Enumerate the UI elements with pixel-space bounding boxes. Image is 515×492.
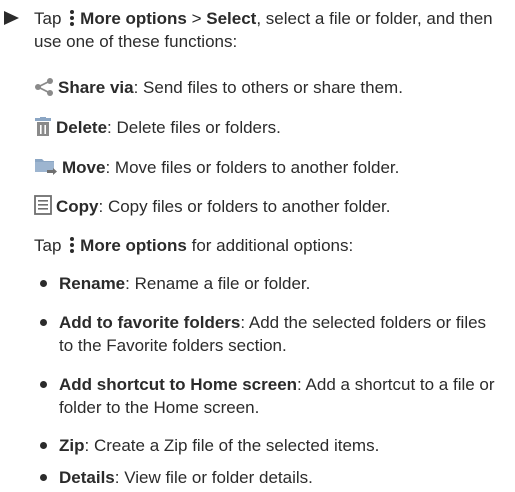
function-name: Share via [58, 78, 134, 97]
option-name: Add shortcut to Home screen [59, 375, 298, 394]
step-separator: > [186, 9, 207, 28]
more-options-intro: Tap More options for additional options: [34, 234, 353, 257]
function-delete: Delete: Delete files or folders. [34, 116, 281, 139]
option-rename: Rename: Rename a file or folder. [34, 272, 504, 295]
function-move: Move: Move files or folders to another f… [34, 156, 399, 179]
bullet-icon [40, 474, 47, 481]
move-folder-icon [35, 159, 57, 175]
bullet-icon [40, 280, 47, 287]
more-lead: Tap [34, 236, 62, 255]
option-details: Details: View file or folder details. [34, 466, 504, 489]
bullet-icon [40, 319, 47, 326]
copy-icon [34, 195, 52, 215]
option-desc: : View file or folder details. [114, 468, 313, 487]
step-more-options: More options [80, 9, 187, 28]
more-options-icon [70, 237, 75, 253]
trash-icon [35, 117, 51, 136]
bullet-icon [40, 442, 47, 449]
option-name: Zip [59, 436, 85, 455]
step-lead: Tap [34, 9, 62, 28]
function-copy: Copy: Copy files or folders to another f… [34, 195, 391, 218]
option-desc: : Create a Zip file of the selected item… [84, 436, 380, 455]
step-arrow-icon [4, 11, 19, 25]
option-name: Add to favorite folders [59, 313, 241, 332]
function-desc: : Send files to others or share them. [133, 78, 403, 97]
step-select: Select [206, 9, 257, 28]
more-rest: for additional options: [186, 236, 354, 255]
option-add-shortcut: Add shortcut to Home screen: Add a short… [34, 373, 504, 419]
function-name: Delete [56, 118, 108, 137]
bullet-icon [40, 381, 47, 388]
option-desc: : Rename a file or folder. [125, 274, 311, 293]
share-icon [35, 78, 53, 96]
function-desc: : Move files or folders to another folde… [105, 158, 400, 177]
option-name: Details [59, 468, 115, 487]
more-options-icon [70, 10, 75, 26]
step-instruction: Tap More options > Select, select a file… [4, 7, 509, 53]
instructions-page: Tap More options > Select, select a file… [0, 0, 515, 492]
option-add-to-favorite-folders: Add to favorite folders: Add the selecte… [34, 311, 504, 357]
function-name: Move [62, 158, 106, 177]
more-options-label: More options [80, 236, 187, 255]
option-zip: Zip: Create a Zip file of the selected i… [34, 434, 504, 457]
function-name: Copy [56, 197, 99, 216]
function-desc: : Delete files or folders. [107, 118, 281, 137]
option-name: Rename [59, 274, 126, 293]
step-text: Tap More options > Select, select a file… [34, 7, 509, 53]
function-desc: : Copy files or folders to another folde… [98, 197, 391, 216]
function-share-via: Share via: Send files to others or share… [34, 76, 403, 99]
